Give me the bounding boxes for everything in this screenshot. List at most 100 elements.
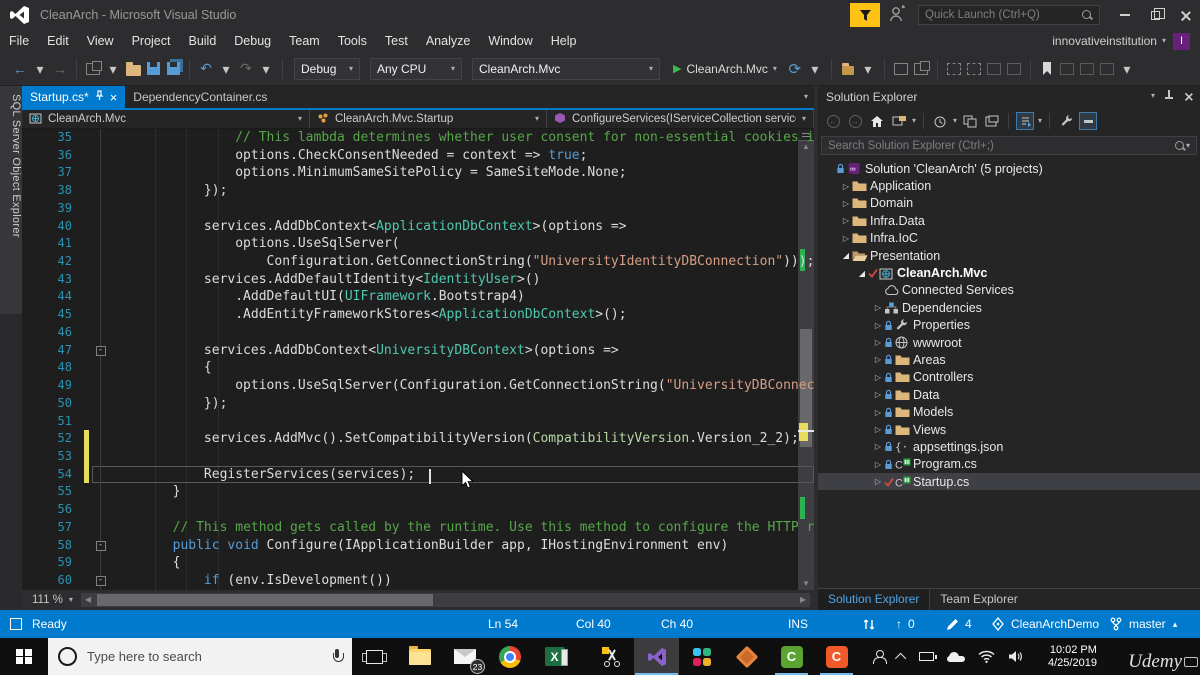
refresh-icon[interactable]: ⟳ [785, 57, 805, 81]
sync-icon[interactable] [862, 610, 876, 638]
code-line-42[interactable]: 42 Configuration.GetConnectionString("Un… [22, 253, 814, 271]
pin-icon[interactable] [1165, 90, 1173, 102]
code-line-40[interactable]: 40 services.AddDbContext<ApplicationDbCo… [22, 217, 814, 236]
switch-views-icon[interactable] [890, 112, 908, 130]
camtasia-recorder-button[interactable]: C [814, 638, 859, 675]
menu-view[interactable]: View [78, 32, 123, 50]
menu-tools[interactable]: Tools [329, 32, 376, 50]
code-line-50[interactable]: 50 }); [22, 394, 814, 413]
start-debugging-button[interactable]: ▶ CleanArch.Mvc ▾ [673, 62, 777, 76]
code-line-43[interactable]: 43 services.AddDefaultIdentity<IdentityU… [22, 270, 814, 289]
tree-collapsed-arrow-icon[interactable]: ▷ [872, 460, 884, 469]
breadcrumb-project[interactable]: CleanArch.Mvc ▾ [22, 110, 310, 128]
back-icon[interactable]: ← [824, 112, 842, 130]
find-in-files-icon[interactable] [838, 57, 858, 81]
undo-icon[interactable]: ↶ [196, 57, 216, 81]
code-line-48[interactable]: 48 { [22, 359, 814, 377]
code-line-37[interactable]: 37 options.MinimumSameSitePolicy = SameS… [22, 164, 814, 182]
bookmark-icon[interactable] [1037, 57, 1057, 81]
tree-item-application[interactable]: ▷ Application [818, 177, 1200, 194]
navigate-forward-icon[interactable]: → [50, 57, 70, 81]
code-line-60[interactable]: 60 - if (env.IsDevelopment()) [22, 571, 814, 590]
tree-collapsed-arrow-icon[interactable]: ▷ [872, 442, 884, 451]
save-icon[interactable] [143, 57, 163, 81]
menu-test[interactable]: Test [376, 32, 417, 50]
wifi-icon[interactable] [978, 650, 995, 663]
outdent-icon[interactable] [984, 57, 1004, 81]
code-line-46[interactable]: 46 [22, 323, 814, 342]
code-line-39[interactable]: 39 [22, 199, 814, 218]
chrome-button[interactable] [487, 638, 532, 675]
code-line-44[interactable]: 44 .AddDefaultUI(UIFramework.Bootstrap4) [22, 288, 814, 306]
package-app-button[interactable] [724, 638, 769, 675]
tree-collapsed-arrow-icon[interactable]: ▷ [872, 408, 884, 417]
microphone-icon[interactable] [332, 648, 344, 665]
tree-expanded-arrow-icon[interactable]: ◢ [840, 251, 852, 260]
collapse-region-icon[interactable]: - [95, 540, 106, 551]
tab-list-dropdown[interactable]: ▾ [804, 93, 808, 101]
sync-with-active-document-icon[interactable] [1016, 112, 1035, 130]
mail-button[interactable]: 23 [442, 638, 487, 675]
status-character[interactable]: Ch 40 [661, 610, 693, 638]
code-line-55[interactable]: 55 } [22, 483, 814, 501]
tree-item-views[interactable]: ▷ Views [818, 421, 1200, 438]
taskbar-search-input[interactable]: Type here to search [48, 638, 352, 675]
document-tab-startup-cs-[interactable]: Startup.cs* × [22, 86, 126, 108]
outlining-margin[interactable]: - [92, 341, 110, 360]
close-icon[interactable] [1184, 92, 1193, 101]
comment-icon[interactable] [891, 57, 911, 81]
tree-item-cleanarch-mvc[interactable]: ◢ CleanArch.Mvc [818, 264, 1200, 281]
excel-button[interactable]: X [532, 638, 577, 675]
code-line-47[interactable]: 47 - services.AddDbContext<UniversityDBCo… [22, 341, 814, 360]
tool-tab-team-explorer[interactable]: Team Explorer [930, 589, 1027, 610]
redo-dropdown[interactable]: ▾ [256, 57, 276, 81]
menu-file[interactable]: File [0, 32, 38, 50]
code-line-56[interactable]: 56 [22, 501, 814, 519]
toolbar-overflow[interactable]: ▾ [1117, 57, 1137, 81]
new-project-dropdown[interactable]: ▾ [103, 57, 123, 81]
filter-dropdown[interactable]: ▾ [953, 117, 957, 125]
code-line-38[interactable]: 38 }); [22, 182, 814, 200]
tree-item-wwwroot[interactable]: ▷ wwwroot [818, 334, 1200, 351]
scrollbar-thumb[interactable] [96, 594, 433, 606]
uncomment-icon[interactable] [911, 57, 931, 81]
taskbar-clock[interactable]: 10:02 PM 4/25/2019 [1048, 644, 1097, 670]
file-explorer-button[interactable] [397, 638, 442, 675]
notification-flag-icon[interactable] [850, 3, 880, 27]
tree-item-solution--cleanarch---5-projects-[interactable]: ∞ Solution 'CleanArch' (5 projects) [818, 160, 1200, 177]
horizontal-scrollbar[interactable]: ◀ ▶ [80, 593, 810, 607]
minimize-button[interactable] [1110, 2, 1140, 28]
menu-team[interactable]: Team [280, 32, 329, 50]
tree-item-domain[interactable]: ▷ Domain [818, 195, 1200, 212]
tree-item-startup-cs[interactable]: ▷ C Startup.cs [818, 473, 1200, 491]
undo-dropdown[interactable]: ▾ [216, 57, 236, 81]
solution-search-input[interactable]: Search Solution Explorer (Ctrl+;) ▾ [821, 136, 1197, 155]
show-all-files-icon[interactable] [1079, 112, 1098, 130]
code-line-52[interactable]: 52 services.AddMvc().SetCompatibilityVer… [22, 430, 814, 448]
code-line-49[interactable]: 49 options.UseSqlServer(Configuration.Ge… [22, 377, 814, 395]
people-icon[interactable] [873, 649, 887, 664]
close-button[interactable] [1170, 2, 1200, 28]
tree-item-models[interactable]: ▷ Models [818, 403, 1200, 420]
clear-bookmarks-icon[interactable] [1097, 57, 1117, 81]
solution-platform-select[interactable]: Any CPU ▾ [370, 57, 462, 80]
tree-item-properties[interactable]: ▷ Properties [818, 317, 1200, 334]
scroll-left-icon[interactable]: ◀ [81, 593, 95, 607]
tree-item-infra-ioc[interactable]: ▷ Infra.IoC [818, 230, 1200, 247]
tree-item-areas[interactable]: ▷ Areas [818, 351, 1200, 368]
navigate-back-dropdown[interactable]: ▾ [30, 57, 50, 81]
code-line-54[interactable]: 54 RegisterServices(services); [22, 465, 814, 484]
collapse-all-icon[interactable] [961, 112, 979, 130]
collapse-region-icon[interactable]: - [95, 575, 106, 586]
pin-icon[interactable] [95, 90, 104, 104]
outlining-margin[interactable]: - [92, 536, 110, 555]
startup-project-select[interactable]: CleanArch.Mvc ▾ [472, 57, 660, 80]
camtasia-button[interactable]: C [769, 638, 814, 675]
account-menu[interactable]: innovativeinstitution ▾ [1052, 34, 1166, 48]
zoom-select[interactable]: 111 % ▾ [22, 594, 81, 606]
tree-collapsed-arrow-icon[interactable]: ▷ [872, 477, 884, 486]
tree-collapsed-arrow-icon[interactable]: ▷ [872, 425, 884, 434]
outlining-margin[interactable]: - [92, 571, 110, 590]
volume-icon[interactable] [1008, 650, 1023, 663]
menu-project[interactable]: Project [123, 32, 180, 50]
